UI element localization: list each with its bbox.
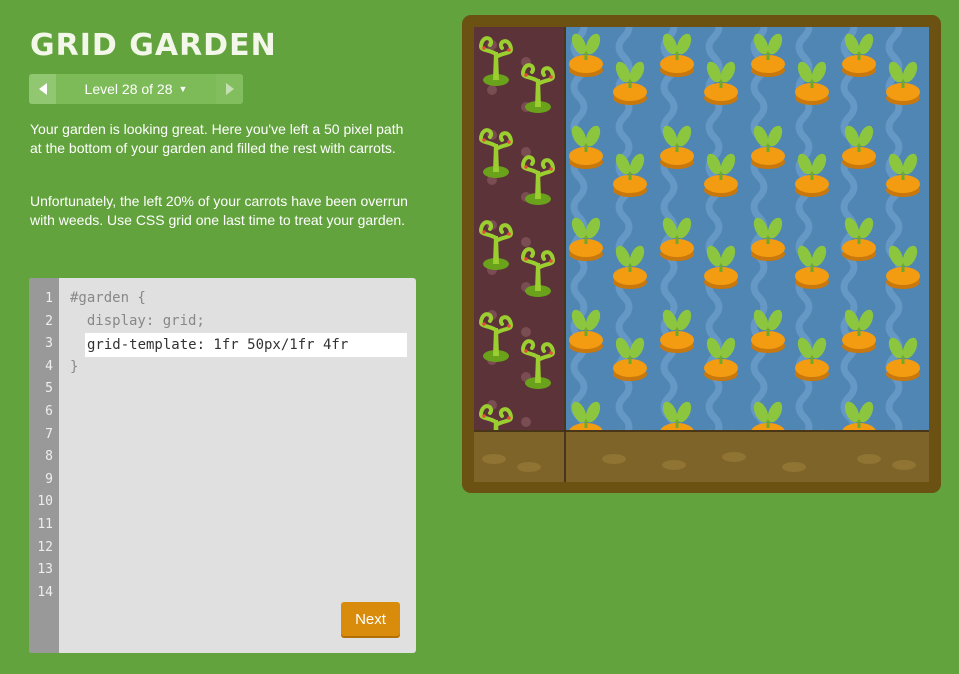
- level-label: Level 28 of 28: [84, 81, 173, 97]
- code-line-4: }: [70, 359, 79, 375]
- code-editor: 1 2 3 4 5 6 7 8 9 10 11 12 13 14 #garden { display: g…: [29, 278, 416, 653]
- grid-line-vertical: [564, 27, 566, 482]
- caret-down-icon: ▼: [178, 84, 188, 94]
- arrow-right-icon: [225, 83, 234, 95]
- next-button[interactable]: Next: [341, 602, 400, 636]
- line-number: 1: [45, 291, 53, 306]
- grid-line-horizontal: [474, 430, 929, 432]
- line-number: 10: [37, 494, 53, 510]
- instruction-text: Your garden is looking great. Here you'v…: [30, 121, 404, 156]
- code-line-2: display: grid;: [70, 313, 205, 329]
- weed-bed: [474, 27, 564, 430]
- instruction-text-2: Unfortunately, the left 20% of your carr…: [30, 193, 408, 228]
- next-level-button[interactable]: [216, 74, 243, 104]
- level-indicator[interactable]: Level 28 of 28 ▼: [56, 74, 216, 104]
- line-number: 9: [45, 471, 53, 487]
- line-number: 13: [37, 562, 53, 578]
- line-number: 5: [45, 381, 53, 397]
- line-number: 12: [37, 539, 53, 555]
- code-line-1: #garden {: [70, 290, 146, 306]
- line-number: 3: [45, 336, 53, 352]
- line-number: 7: [45, 426, 53, 442]
- line-number: 11: [37, 517, 53, 532]
- line-number: 2: [45, 313, 53, 329]
- css-answer-input[interactable]: [85, 333, 407, 357]
- line-number: 8: [45, 449, 53, 465]
- previous-level-button[interactable]: [29, 74, 56, 104]
- arrow-left-icon: [38, 83, 47, 95]
- level-navigation: Level 28 of 28 ▼: [29, 74, 243, 104]
- garden-board: [474, 27, 929, 482]
- line-number: 6: [45, 404, 53, 419]
- garden-frame: [462, 15, 941, 493]
- line-number: 14: [37, 584, 53, 600]
- line-number: 4: [45, 358, 53, 374]
- app-title: GRID GARDEN: [30, 28, 277, 63]
